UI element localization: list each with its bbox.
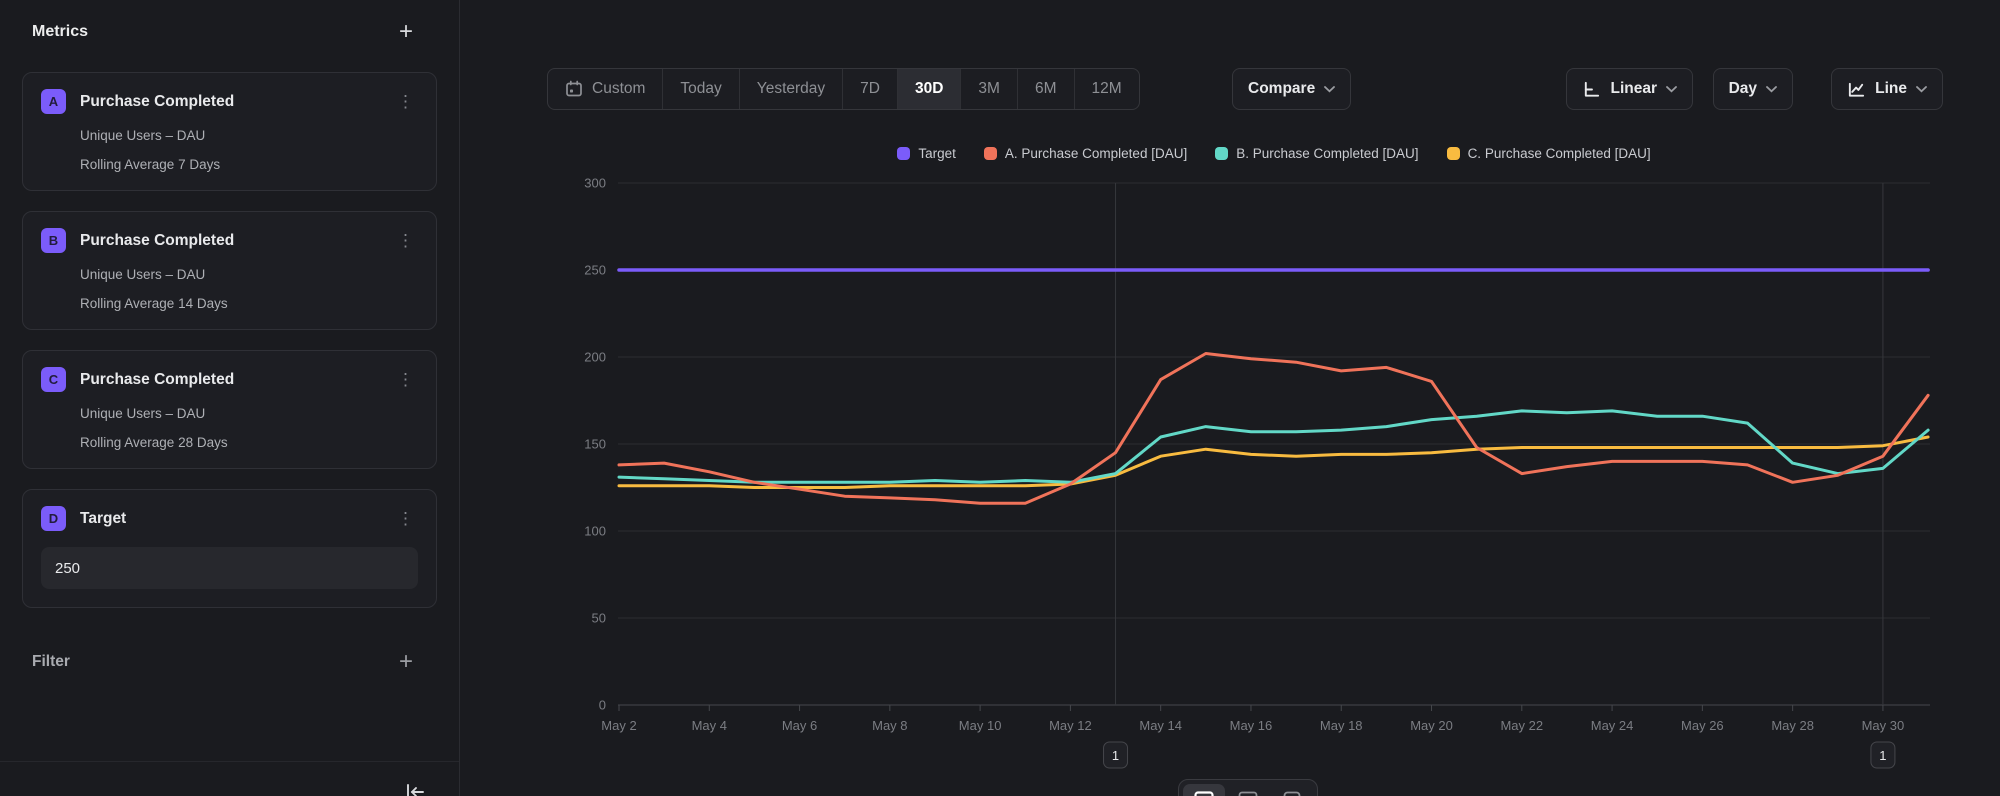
add-metric-button[interactable]: + xyxy=(385,22,427,42)
x-tick-label: May 14 xyxy=(1139,718,1182,733)
target-title: Target xyxy=(80,510,393,528)
y-tick-label: 300 xyxy=(584,176,606,191)
y-tick-label: 50 xyxy=(592,611,606,626)
card-view-button[interactable] xyxy=(1271,784,1313,796)
filter-section: Filter + xyxy=(32,652,427,672)
metric-menu-icon[interactable]: ⋮ xyxy=(393,369,418,390)
x-tick-label: May 8 xyxy=(872,718,907,733)
collapse-sidebar-button[interactable] xyxy=(403,781,427,796)
sidebar-title: Metrics xyxy=(32,23,88,41)
x-tick-label: May 28 xyxy=(1771,718,1814,733)
x-tick-label: May 18 xyxy=(1320,718,1363,733)
series-line-a xyxy=(619,354,1928,504)
table-view-button[interactable] xyxy=(1227,784,1269,796)
annotation-badge-label: 1 xyxy=(1879,748,1886,763)
metric-menu-icon[interactable]: ⋮ xyxy=(393,230,418,251)
y-tick-label: 200 xyxy=(584,350,606,365)
x-tick-label: May 24 xyxy=(1591,718,1634,733)
metric-measurement: Unique Users – DAU xyxy=(80,267,418,282)
x-tick-label: May 22 xyxy=(1500,718,1543,733)
target-value-input[interactable] xyxy=(41,547,418,589)
target-card[interactable]: D Target ⋮ xyxy=(22,489,437,608)
y-tick-label: 100 xyxy=(584,524,606,539)
annotation-badge-label: 1 xyxy=(1112,748,1119,763)
metric-rolling-average: Rolling Average 28 Days xyxy=(80,435,418,450)
sidebar-header: Metrics + xyxy=(32,22,427,42)
metric-measurement: Unique Users – DAU xyxy=(80,406,418,421)
view-toggle-group xyxy=(1178,779,1318,796)
metric-badge-d: D xyxy=(41,506,66,531)
metric-rolling-average: Rolling Average 7 Days xyxy=(80,157,418,172)
metric-badge-b: B xyxy=(41,228,66,253)
metric-title: Purchase Completed xyxy=(80,371,393,389)
x-tick-label: May 4 xyxy=(692,718,727,733)
metric-card-a[interactable]: A Purchase Completed ⋮ Unique Users – DA… xyxy=(22,72,437,191)
metric-card-c[interactable]: C Purchase Completed ⋮ Unique Users – DA… xyxy=(22,350,437,469)
collapse-left-icon xyxy=(403,781,427,796)
metrics-sidebar: Metrics + A Purchase Completed ⋮ Unique … xyxy=(0,0,460,796)
add-filter-button[interactable]: + xyxy=(385,652,427,672)
x-tick-label: May 12 xyxy=(1049,718,1092,733)
y-tick-label: 150 xyxy=(584,437,606,452)
filter-title: Filter xyxy=(32,653,70,671)
line-chart: 0 50 100 150 200 250 300 May 2 May 4 May 6 May 8 Ma… xyxy=(460,0,2000,796)
chart-view-button[interactable] xyxy=(1183,784,1225,796)
x-tick-label: May 10 xyxy=(959,718,1002,733)
sidebar-footer xyxy=(0,761,459,796)
metric-badge-c: C xyxy=(41,367,66,392)
metric-rolling-average: Rolling Average 14 Days xyxy=(80,296,418,311)
x-tick-label: May 6 xyxy=(782,718,817,733)
x-tick-label: May 30 xyxy=(1862,718,1905,733)
chart-panel: CustomTodayYesterday7D30D3M6M12M Compare… xyxy=(460,0,2000,796)
metric-badge-a: A xyxy=(41,89,66,114)
metric-menu-icon[interactable]: ⋮ xyxy=(393,508,418,529)
metric-measurement: Unique Users – DAU xyxy=(80,128,418,143)
x-tick-label: May 20 xyxy=(1410,718,1453,733)
x-tick-label: May 2 xyxy=(601,718,636,733)
metric-title: Purchase Completed xyxy=(80,93,393,111)
card-view-icon xyxy=(1282,791,1302,796)
metric-menu-icon[interactable]: ⋮ xyxy=(393,91,418,112)
x-tick-label: May 16 xyxy=(1230,718,1273,733)
metric-card-b[interactable]: B Purchase Completed ⋮ Unique Users – DA… xyxy=(22,211,437,330)
y-tick-label: 250 xyxy=(584,263,606,278)
y-tick-label: 0 xyxy=(599,698,606,713)
x-tick-label: May 26 xyxy=(1681,718,1724,733)
chart-view-icon xyxy=(1194,791,1214,796)
metric-title: Purchase Completed xyxy=(80,232,393,250)
table-view-icon xyxy=(1238,791,1258,796)
